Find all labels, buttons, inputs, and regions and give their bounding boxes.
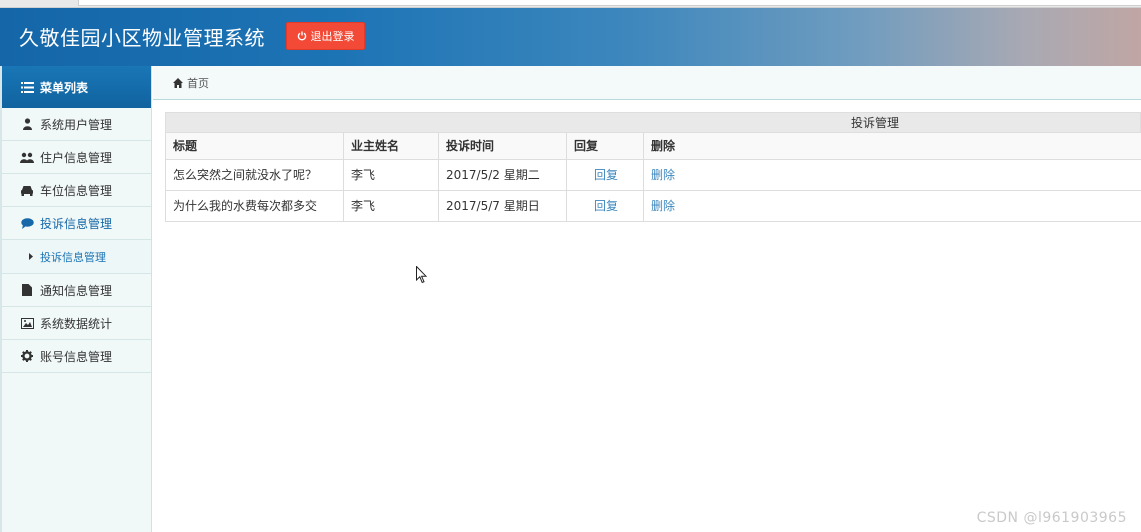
browser-top-strip [0, 0, 1141, 8]
app-title: 久敬佳园小区物业管理系统 [19, 26, 265, 50]
sidebar-item-statistics[interactable]: 系统数据统计 [2, 307, 151, 340]
table-row: 怎么突然之间就没水了呢？ 李飞 2017/5/2 星期二 回复 删除 [165, 159, 1141, 191]
gear-icon [20, 349, 34, 363]
comment-icon [20, 216, 34, 230]
cell-owner: 李飞 [343, 190, 439, 222]
sidebar: 菜单列表 系统用户管理 住户信息管理 车位信息管理 投诉信息管理 投诉信息管理 [0, 66, 152, 532]
reply-link[interactable]: 回复 [566, 159, 644, 191]
reply-link[interactable]: 回复 [566, 190, 644, 222]
breadcrumb-home-link[interactable]: 首页 [187, 75, 209, 91]
sidebar-item-label: 车位信息管理 [40, 183, 113, 198]
users-icon [20, 150, 34, 164]
sidebar-item-label: 投诉信息管理 [40, 216, 113, 231]
mouse-cursor-icon [416, 265, 428, 284]
cell-time: 2017/5/7 星期日 [438, 190, 567, 222]
complaints-table: 标题 业主姓名 投诉时间 回复 删除 怎么突然之间就没水了呢？ 李飞 2017/… [165, 133, 1141, 222]
cell-owner: 李飞 [343, 159, 439, 191]
sidebar-item-notices[interactable]: 通知信息管理 [2, 274, 151, 307]
sidebar-item-label: 系统数据统计 [40, 316, 113, 331]
menu-title: 菜单列表 [40, 80, 89, 95]
sidebar-item-account[interactable]: 账号信息管理 [2, 340, 151, 373]
cell-time: 2017/5/2 星期二 [438, 159, 567, 191]
complaints-panel: 投诉管理 标题 业主姓名 投诉时间 回复 删除 怎么突然之间就没水了呢？ 李飞 … [165, 112, 1141, 222]
table-caption: 投诉管理 [165, 112, 1141, 133]
table-row: 为什么我的水费每次都多交 李飞 2017/5/7 星期日 回复 删除 [165, 190, 1141, 222]
sidebar-item-parking[interactable]: 车位信息管理 [2, 174, 151, 207]
sidebar-item-residents[interactable]: 住户信息管理 [2, 141, 151, 174]
image-icon [20, 316, 34, 330]
table-header-row: 标题 业主姓名 投诉时间 回复 删除 [165, 133, 1141, 160]
logout-label: 退出登录 [310, 30, 355, 43]
column-header-title: 标题 [165, 133, 344, 160]
caret-right-icon [28, 250, 34, 264]
column-header-reply: 回复 [566, 133, 644, 160]
delete-link[interactable]: 删除 [643, 190, 1141, 222]
sidebar-item-label: 住户信息管理 [40, 150, 113, 165]
app-header: 久敬佳园小区物业管理系统 退出登录 [0, 8, 1141, 66]
browser-address-bar[interactable] [78, 0, 1141, 6]
sidebar-item-system-users[interactable]: 系统用户管理 [2, 108, 151, 141]
watermark: CSDN @l961903965 [976, 510, 1127, 526]
logout-button[interactable]: 退出登录 [286, 22, 365, 50]
home-icon [173, 77, 183, 88]
column-header-delete: 删除 [643, 133, 1141, 160]
sidebar-subitem-label: 投诉信息管理 [40, 250, 106, 264]
sidebar-item-complaints[interactable]: 投诉信息管理 [2, 207, 151, 240]
sidebar-item-label: 账号信息管理 [40, 349, 113, 364]
sidebar-item-label: 系统用户管理 [40, 117, 113, 132]
cell-title: 为什么我的水费每次都多交 [165, 190, 344, 222]
breadcrumb: 首页 [153, 66, 1141, 100]
cell-title: 怎么突然之间就没水了呢？ [165, 159, 344, 191]
sidebar-subitem-complaints[interactable]: 投诉信息管理 [2, 240, 151, 274]
file-icon [20, 283, 34, 297]
user-icon [20, 117, 34, 131]
menu-header: 菜单列表 [2, 66, 151, 108]
delete-link[interactable]: 删除 [643, 159, 1141, 191]
power-icon [297, 31, 308, 42]
column-header-time: 投诉时间 [438, 133, 567, 160]
list-icon [20, 80, 34, 94]
car-icon [20, 183, 34, 197]
column-header-owner: 业主姓名 [343, 133, 439, 160]
sidebar-item-label: 通知信息管理 [40, 283, 113, 298]
